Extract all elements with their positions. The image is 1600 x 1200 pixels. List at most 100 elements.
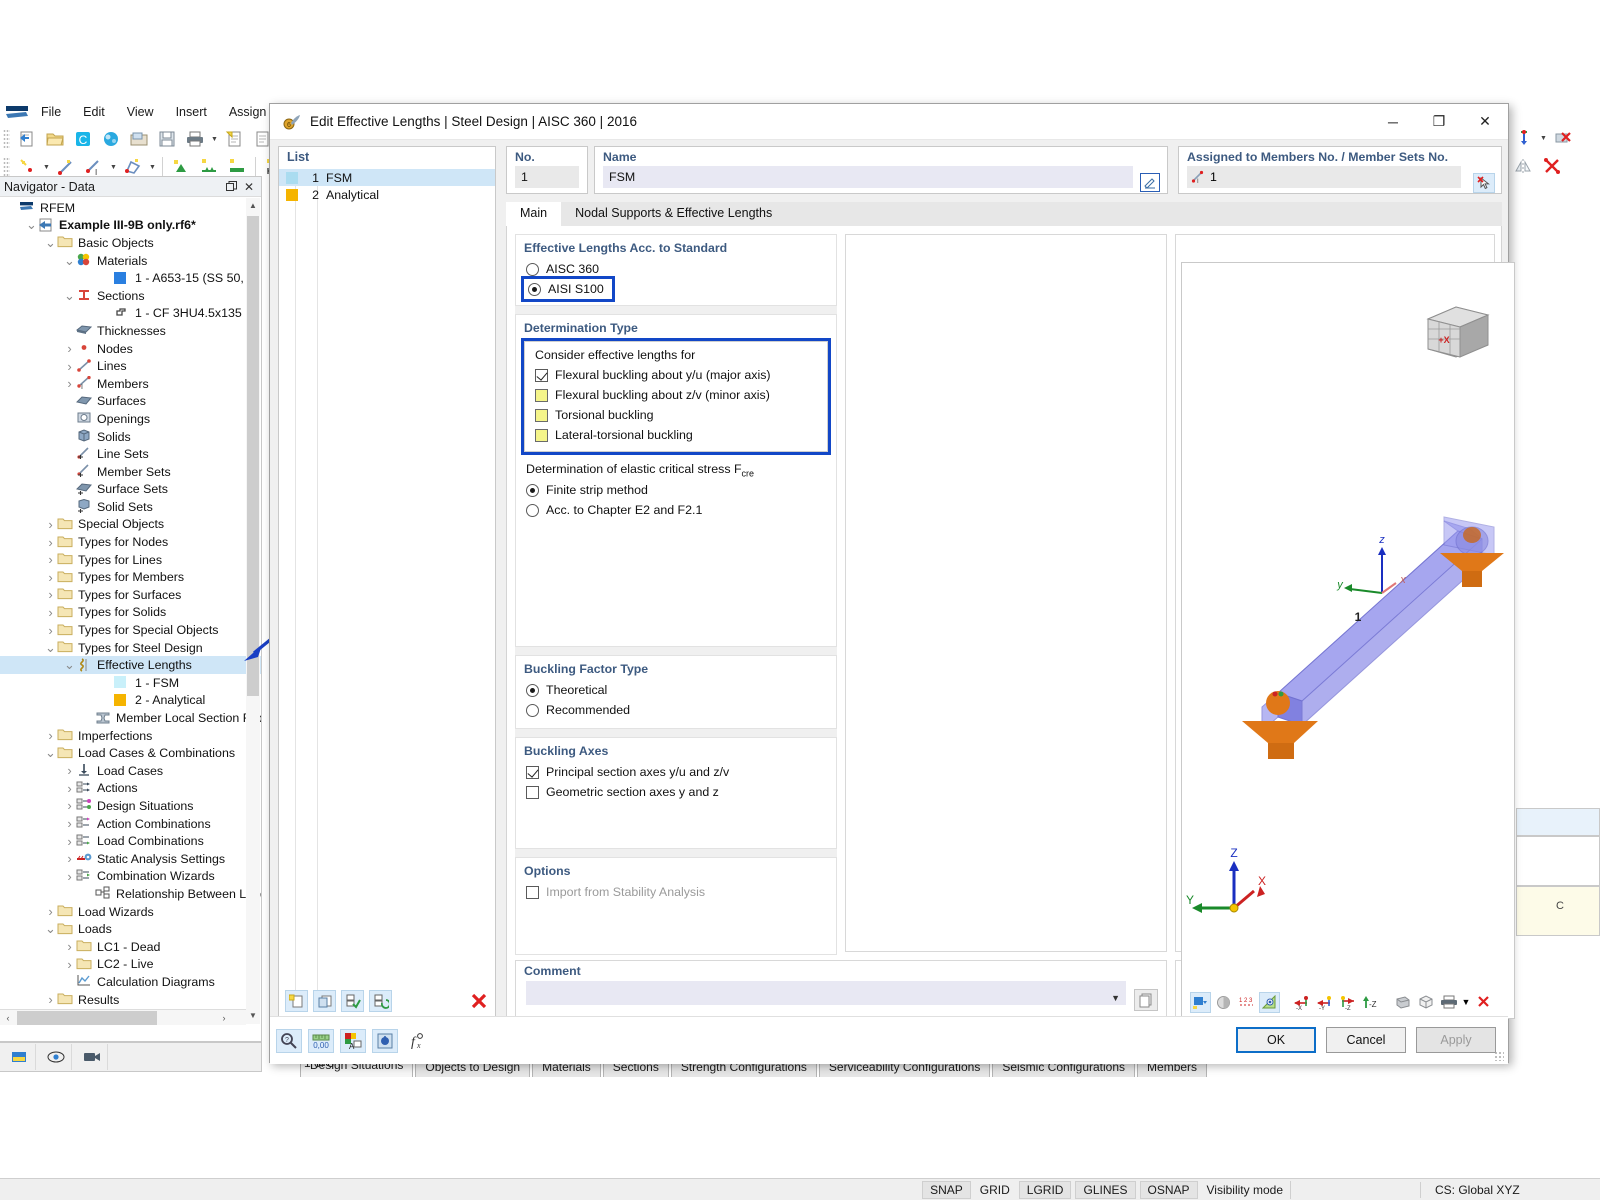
status-visibility-mode[interactable]: Visibility mode bbox=[1200, 1182, 1290, 1198]
transparency-icon[interactable] bbox=[1213, 992, 1234, 1013]
checkbox[interactable] bbox=[535, 409, 548, 422]
maximize-button[interactable]: ❐ bbox=[1416, 105, 1462, 139]
status-lgrid[interactable]: LGRID bbox=[1019, 1181, 1072, 1199]
tree-item-types-for-members[interactable]: ›Types for Members bbox=[0, 568, 261, 586]
fcre-option-acc-to-chapter-e2-and-f2-1[interactable]: Acc. to Chapter E2 and F2.1 bbox=[516, 500, 836, 520]
z-axis-icon[interactable] bbox=[1511, 126, 1537, 150]
pick-members-button[interactable] bbox=[1473, 173, 1495, 193]
tree-item-solid-sets[interactable]: Solid Sets bbox=[0, 498, 261, 516]
chevron-down-icon[interactable]: ⌄ bbox=[63, 288, 76, 304]
tree-item-types-for-surfaces[interactable]: ›Types for Surfaces bbox=[0, 586, 261, 604]
tree-item-calculation-diagrams[interactable]: Calculation Diagrams bbox=[0, 973, 261, 991]
chevron-down-icon[interactable]: ⌄ bbox=[44, 640, 57, 656]
checkbox[interactable] bbox=[535, 389, 548, 402]
tree-item-lc2-live[interactable]: ›LC2 - Live bbox=[0, 956, 261, 974]
view-plus-z-icon[interactable]: -Z bbox=[1360, 992, 1381, 1013]
chevron-right-icon[interactable]: › bbox=[63, 376, 76, 392]
checkbox[interactable] bbox=[526, 766, 539, 779]
tree-item-results[interactable]: ›Results bbox=[0, 991, 261, 1009]
chevron-right-icon[interactable]: › bbox=[44, 992, 57, 1008]
display-properties-icon[interactable]: A bbox=[340, 1029, 366, 1053]
buckling-axes-checkbox-principal-section-axes-y-u-and-z-v[interactable]: Principal section axes y/u and z/v bbox=[516, 762, 836, 782]
radio-button[interactable] bbox=[526, 263, 539, 276]
consider-checkbox-lateral-torsional-buckling[interactable]: Lateral-torsional buckling bbox=[525, 425, 827, 445]
menu-insert[interactable]: Insert bbox=[165, 102, 218, 122]
print-dropdown-icon[interactable]: ▼ bbox=[1461, 992, 1471, 1013]
dialog-tabs[interactable]: MainNodal Supports & Effective Lengths bbox=[506, 202, 1502, 226]
standard-option-aisi-s100[interactable]: AISI S100 bbox=[524, 279, 612, 299]
status-grid[interactable]: GRID bbox=[973, 1182, 1017, 1198]
tree-item-lines[interactable]: ›Lines bbox=[0, 357, 261, 375]
tree-item-2-analytical[interactable]: 2 - Analytical bbox=[0, 692, 261, 710]
radio-button[interactable] bbox=[526, 484, 539, 497]
tree-item-openings[interactable]: Openings bbox=[0, 410, 261, 428]
tree-item-member-local-section-reductio[interactable]: Member Local Section Reductio bbox=[0, 709, 261, 727]
mirror-icon[interactable] bbox=[1511, 154, 1537, 178]
close-button[interactable]: ✕ bbox=[1462, 105, 1508, 139]
consider-checkbox-flexural-buckling-about-z-v-minor-axis-[interactable]: Flexural buckling about z/v (minor axis) bbox=[525, 385, 827, 405]
units-icon[interactable]: 0,00 bbox=[308, 1029, 334, 1053]
save-icon[interactable] bbox=[154, 127, 180, 151]
close-icon[interactable]: ✕ bbox=[241, 179, 257, 195]
dialog-tab-main[interactable]: Main bbox=[506, 202, 561, 226]
new-model-icon[interactable] bbox=[14, 127, 40, 151]
tree-item-types-for-special-objects[interactable]: ›Types for Special Objects bbox=[0, 621, 261, 639]
chevron-down-icon[interactable]: ▼ bbox=[1111, 993, 1120, 1003]
chevron-down-icon[interactable]: ⌄ bbox=[25, 217, 38, 233]
help-search-icon[interactable]: ? bbox=[276, 1029, 302, 1053]
tree-item-types-for-solids[interactable]: ›Types for Solids bbox=[0, 604, 261, 622]
tree-item-special-objects[interactable]: ›Special Objects bbox=[0, 516, 261, 534]
tree-item-actions[interactable]: ›Actions bbox=[0, 780, 261, 798]
chevron-down-icon[interactable]: ⌄ bbox=[44, 745, 57, 761]
chevron-right-icon[interactable]: › bbox=[44, 604, 57, 620]
tree-item-surface-sets[interactable]: Surface Sets bbox=[0, 481, 261, 499]
chevron-right-icon[interactable]: › bbox=[63, 939, 76, 955]
select-all-button[interactable] bbox=[341, 990, 364, 1012]
close-view-icon[interactable] bbox=[1473, 992, 1494, 1013]
chevron-right-icon[interactable]: › bbox=[63, 851, 76, 867]
tree-item-materials[interactable]: ⌄Materials bbox=[0, 252, 261, 270]
list-item[interactable]: 1FSM bbox=[279, 169, 495, 186]
visibility-icon[interactable] bbox=[1259, 992, 1280, 1013]
navigator-hscrollbar[interactable]: ‹ › bbox=[0, 1009, 246, 1025]
tree-item-line-sets[interactable]: Line Sets bbox=[0, 445, 261, 463]
tree-item-load-cases-combinations[interactable]: ⌄Load Cases & Combinations bbox=[0, 744, 261, 762]
tree-item-imperfections[interactable]: ›Imperfections bbox=[0, 727, 261, 745]
tree-item-solids[interactable]: Solids bbox=[0, 428, 261, 446]
consider-checkbox-flexural-buckling-about-y-u-major-axis-[interactable]: Flexural buckling about y/u (major axis) bbox=[525, 365, 827, 385]
open-folder-icon[interactable] bbox=[42, 127, 68, 151]
hscroll-thumb[interactable] bbox=[17, 1011, 157, 1025]
delete-icon[interactable] bbox=[1539, 154, 1565, 178]
scroll-right-icon[interactable]: › bbox=[216, 1010, 232, 1026]
tree-item-1-fsm[interactable]: 1 - FSM bbox=[0, 674, 261, 692]
chevron-right-icon[interactable]: › bbox=[44, 569, 57, 585]
numbering-icon[interactable]: 1 2 3 bbox=[1236, 992, 1257, 1013]
chevron-right-icon[interactable]: › bbox=[63, 956, 76, 972]
navigator-data-tab-icon[interactable] bbox=[4, 1044, 36, 1070]
resize-grip[interactable] bbox=[1494, 1051, 1504, 1061]
edit-name-button[interactable] bbox=[1140, 173, 1160, 192]
new-report-icon[interactable] bbox=[221, 127, 247, 151]
tree-item-relationship-between-load-cas[interactable]: Relationship Between Load Cas bbox=[0, 885, 261, 903]
delete-item-button[interactable] bbox=[467, 990, 490, 1012]
tree-item-effective-lengths[interactable]: ⌄Effective Lengths bbox=[0, 656, 261, 674]
chevron-right-icon[interactable]: › bbox=[63, 780, 76, 796]
dialog-action-buttons[interactable]: OKCancelApply bbox=[1236, 1027, 1496, 1053]
delete-selection-icon[interactable] bbox=[1550, 126, 1576, 150]
assigned-input[interactable]: I 1 bbox=[1187, 166, 1461, 188]
z-axis-dropdown-icon[interactable]: ▼ bbox=[1538, 126, 1549, 150]
buckling-factor-option-recommended[interactable]: Recommended bbox=[516, 700, 836, 720]
tree-item-1-a653-15-ss-50-cl-1-isot[interactable]: 1 - A653-15 (SS 50, Cl 1) | Isot bbox=[0, 269, 261, 287]
tree-item-1-cf-3hu4-5x135-1-a65[interactable]: 1 - CF 3HU4.5x135 | 1 - A65 bbox=[0, 305, 261, 323]
chevron-right-icon[interactable]: › bbox=[44, 728, 57, 744]
radio-button[interactable] bbox=[526, 704, 539, 717]
fcre-option-finite-strip-method[interactable]: Finite strip method bbox=[516, 480, 836, 500]
tree-item-surfaces[interactable]: Surfaces bbox=[0, 393, 261, 411]
chevron-right-icon[interactable]: › bbox=[44, 622, 57, 638]
chevron-right-icon[interactable]: › bbox=[63, 833, 76, 849]
chevron-right-icon[interactable]: › bbox=[44, 904, 57, 920]
tree-item-nodes[interactable]: ›Nodes bbox=[0, 340, 261, 358]
navigator-display-tab-icon[interactable] bbox=[40, 1044, 72, 1070]
name-input[interactable]: FSM bbox=[603, 166, 1133, 188]
radio-button[interactable] bbox=[528, 283, 541, 296]
